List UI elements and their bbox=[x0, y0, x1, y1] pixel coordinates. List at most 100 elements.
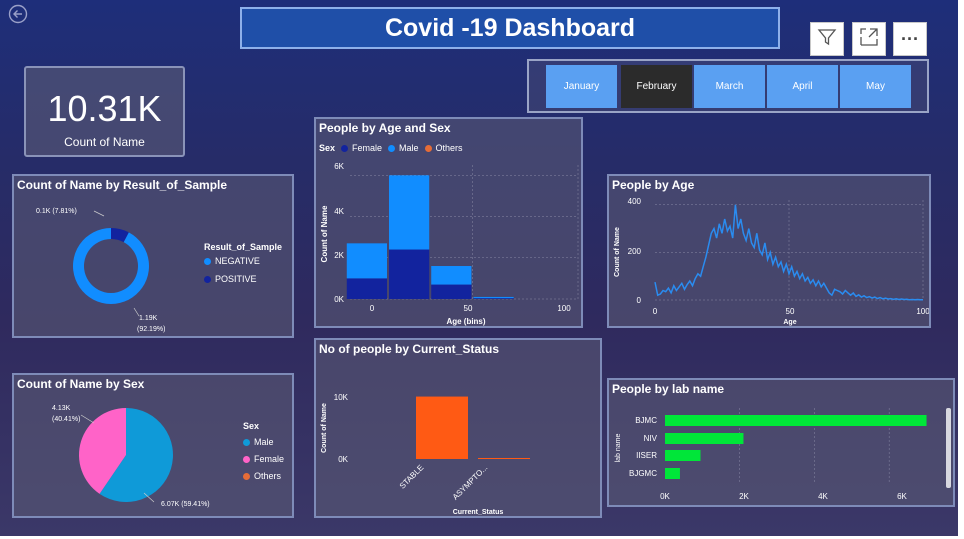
kpi-card[interactable]: 10.31K Count of Name bbox=[24, 66, 185, 157]
month-april[interactable]: April bbox=[767, 65, 838, 108]
age-sex-bar-chart[interactable]: People by Age and Sex Sex Female Male Ot… bbox=[314, 117, 583, 328]
month-label: April bbox=[792, 81, 813, 92]
bars bbox=[416, 396, 530, 459]
scrollbar[interactable] bbox=[946, 408, 951, 488]
y-axis-label: Count of Name bbox=[614, 227, 621, 277]
female-data-label: 4.13K bbox=[52, 405, 71, 412]
donut-slice-negative[interactable] bbox=[73, 228, 149, 304]
x-axis-label: Current_Status bbox=[453, 509, 504, 516]
x-tick: 4K bbox=[818, 492, 828, 501]
y-tick: 0K bbox=[338, 455, 348, 464]
bars bbox=[346, 175, 514, 299]
negative-data-label: 1.19K bbox=[139, 315, 158, 322]
month-march[interactable]: March bbox=[694, 65, 765, 108]
lab-name-chart[interactable]: People by lab name BJMC NIV IISER BJGMC … bbox=[607, 378, 955, 507]
x-axis-label: Age (bins) bbox=[446, 317, 485, 326]
x-tick: 0K bbox=[660, 492, 670, 501]
bar-bjgmc[interactable] bbox=[665, 468, 680, 479]
page-title: Covid -19 Dashboard bbox=[384, 13, 636, 42]
y-tick: NIV bbox=[644, 434, 658, 443]
y-tick: IISER bbox=[636, 451, 657, 460]
y-axis-label: Count of Name bbox=[321, 403, 328, 453]
bar-male[interactable] bbox=[389, 175, 430, 250]
bar-male[interactable] bbox=[346, 243, 387, 279]
legend-label: NEGATIVE bbox=[215, 256, 260, 266]
sex-legend: Sex Male Female Others bbox=[243, 421, 284, 481]
legend-title: Sex bbox=[243, 421, 260, 431]
y-tick: BJMC bbox=[635, 416, 657, 425]
legend-label: Female bbox=[254, 454, 285, 464]
bar-male[interactable] bbox=[431, 266, 472, 285]
more-options-button[interactable]: ··· bbox=[893, 22, 927, 56]
month-label: March bbox=[715, 81, 744, 92]
bar-asympto[interactable] bbox=[478, 458, 530, 459]
dashboard-canvas: Covid -19 Dashboard ··· January February… bbox=[0, 0, 958, 536]
x-tick: 6K bbox=[897, 492, 907, 501]
y-tick: 10K bbox=[334, 393, 349, 402]
month-january[interactable]: January bbox=[546, 65, 617, 108]
bar-stable[interactable] bbox=[416, 396, 468, 459]
x-tick: 100 bbox=[916, 307, 929, 316]
bar-female[interactable] bbox=[346, 278, 387, 299]
back-arrow-icon[interactable] bbox=[8, 4, 28, 24]
legend-label: POSITIVE bbox=[215, 274, 257, 284]
bar-female[interactable] bbox=[431, 284, 472, 299]
month-label: February bbox=[636, 81, 677, 92]
filter-button[interactable] bbox=[810, 22, 844, 56]
x-tick: 2K bbox=[739, 492, 749, 501]
x-tick: 0 bbox=[653, 307, 658, 316]
legend-item-female[interactable]: Female bbox=[243, 454, 284, 464]
age-line-svg: 400 200 0 0 50 100 Age Count of Name bbox=[614, 197, 929, 326]
month-label: May bbox=[866, 81, 885, 92]
bars bbox=[665, 415, 927, 479]
filter-icon bbox=[817, 27, 837, 52]
x-axis-label: Age bbox=[783, 319, 796, 326]
bar-bjmc[interactable] bbox=[665, 415, 927, 426]
legend-item-positive[interactable]: POSITIVE bbox=[204, 274, 282, 284]
y-axis-label: Count of Name bbox=[320, 205, 329, 262]
result-of-sample-chart[interactable]: Count of Name by Result_of_Sample 0.1K (… bbox=[12, 174, 294, 338]
x-tick: 0 bbox=[370, 304, 375, 313]
female-data-pct: (40.41%) bbox=[52, 416, 80, 423]
x-tick: STABLE bbox=[398, 463, 426, 491]
bar-female[interactable] bbox=[389, 249, 430, 299]
legend-item-others[interactable]: Others bbox=[243, 471, 284, 481]
male-data-label: 6.07K (59.41%) bbox=[161, 501, 210, 508]
positive-data-label: 0.1K (7.81%) bbox=[36, 208, 77, 215]
more-options-icon: ··· bbox=[901, 29, 919, 49]
donut-slices bbox=[73, 228, 149, 304]
month-slicer: January February March April May bbox=[527, 59, 929, 113]
bar-iiser[interactable] bbox=[665, 450, 701, 461]
legend-label: Others bbox=[254, 471, 282, 481]
current-status-chart[interactable]: No of people by Current_Status 10K 0K ST… bbox=[314, 338, 602, 518]
age-sex-svg: 6K 4K 2K 0K 0 50 100 Age (bins) Count of… bbox=[320, 162, 579, 326]
age-line-chart[interactable]: People by Age 400 200 0 0 50 100 Age Cou… bbox=[607, 174, 931, 328]
month-may[interactable]: May bbox=[840, 65, 911, 108]
legend-item-male[interactable]: Male bbox=[243, 437, 284, 447]
x-tick: 50 bbox=[464, 304, 473, 313]
month-february[interactable]: February bbox=[621, 65, 692, 108]
result-legend: Result_of_Sample NEGATIVE POSITIVE bbox=[204, 242, 282, 284]
focus-mode-button[interactable] bbox=[852, 22, 886, 56]
dashboard-title-box: Covid -19 Dashboard bbox=[240, 7, 780, 49]
y-tick: 0K bbox=[334, 295, 344, 304]
lab-svg: BJMC NIV IISER BJGMC 0K 2K 4K 6K lab nam… bbox=[615, 408, 951, 501]
legend-title: Result_of_Sample bbox=[204, 242, 283, 252]
bar-female[interactable] bbox=[473, 298, 514, 299]
kpi-value: 10.31K bbox=[47, 88, 162, 129]
y-axis-label: lab name bbox=[615, 433, 622, 462]
y-tick: 400 bbox=[628, 197, 642, 206]
y-tick: 2K bbox=[334, 251, 344, 260]
negative-data-pct: (92.19%) bbox=[137, 326, 165, 333]
legend-item-negative[interactable]: NEGATIVE bbox=[204, 256, 282, 266]
bar-niv[interactable] bbox=[665, 433, 744, 444]
kpi-label: Count of Name bbox=[64, 135, 145, 149]
bar-male[interactable] bbox=[473, 296, 514, 299]
status-svg: 10K 0K STABLE ASYMPTO... Current_Status … bbox=[321, 393, 530, 516]
legend-label: Male bbox=[254, 437, 274, 447]
y-tick: 0 bbox=[637, 296, 642, 305]
sex-pie-chart[interactable]: Count of Name by Sex 4.13K (40.41%) 6.07… bbox=[12, 373, 294, 518]
y-tick: 6K bbox=[334, 162, 344, 171]
gridlines bbox=[655, 200, 924, 301]
x-tick: 50 bbox=[786, 307, 795, 316]
